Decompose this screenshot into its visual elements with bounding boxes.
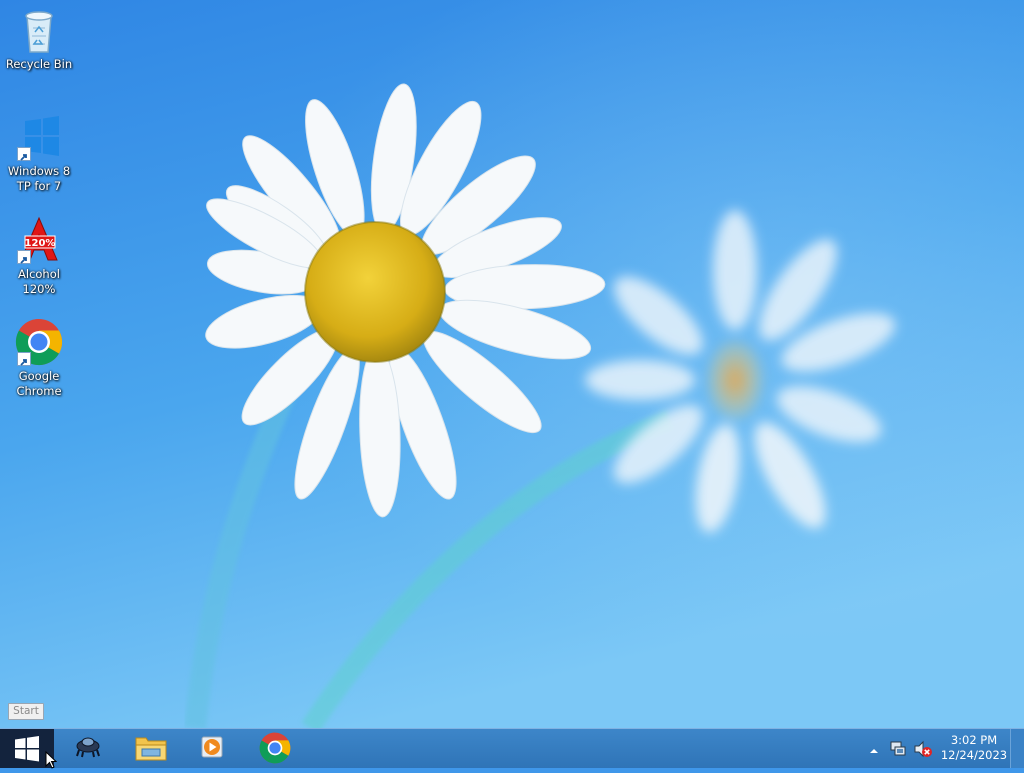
desktop-icon-windows8-tp[interactable]: Windows 8 TP for 7	[2, 113, 76, 194]
network-icon[interactable]	[889, 740, 907, 758]
clock-date: 12/24/2023	[940, 748, 1008, 762]
taskbar-media-player-button[interactable]	[192, 732, 232, 766]
taskbar-alcohol-app-button[interactable]	[68, 732, 108, 766]
alcohol-tray-app-icon	[76, 737, 100, 758]
taskbar-chrome-button[interactable]	[255, 732, 295, 766]
start-tooltip: Start	[8, 703, 44, 720]
chrome-icon	[259, 732, 291, 764]
recycle-bin-icon	[15, 6, 63, 54]
windows-logo-icon	[15, 113, 63, 161]
svg-text:120%: 120%	[25, 238, 56, 249]
desktop-icon-label: Alcohol 120%	[18, 267, 60, 296]
taskbar: 3:02 PM 12/24/2023	[0, 728, 1024, 768]
desktop-icon-label: Recycle Bin	[5, 57, 73, 71]
desktop-icon-recycle-bin[interactable]: Recycle Bin	[2, 6, 76, 72]
alcohol-120-icon: 120%	[15, 216, 63, 264]
volume-muted-icon[interactable]	[913, 740, 933, 758]
desktop-icon-google-chrome[interactable]: Google Chrome	[2, 318, 76, 399]
desktop-wallpaper	[0, 0, 1024, 728]
clock-time: 3:02 PM	[950, 733, 998, 747]
mouse-cursor-icon	[45, 750, 58, 773]
chrome-icon	[15, 318, 63, 366]
desktop-icon-label: Google Chrome	[16, 369, 62, 398]
desktop-icon-alcohol-120[interactable]: 120% Alcohol 120%	[2, 216, 76, 297]
media-player-icon	[201, 736, 223, 758]
shortcut-arrow-icon	[17, 147, 31, 161]
file-explorer-icon	[135, 737, 167, 761]
taskbar-clock[interactable]: 3:02 PM 12/24/2023	[938, 733, 1010, 763]
desktop-icon-label: Windows 8 TP for 7	[7, 164, 71, 193]
show-hidden-icons-chevron[interactable]	[868, 742, 880, 754]
shortcut-arrow-icon	[17, 250, 31, 264]
shortcut-arrow-icon	[17, 352, 31, 366]
show-desktop-button[interactable]	[1010, 729, 1024, 768]
taskbar-file-explorer-button[interactable]	[131, 732, 171, 766]
